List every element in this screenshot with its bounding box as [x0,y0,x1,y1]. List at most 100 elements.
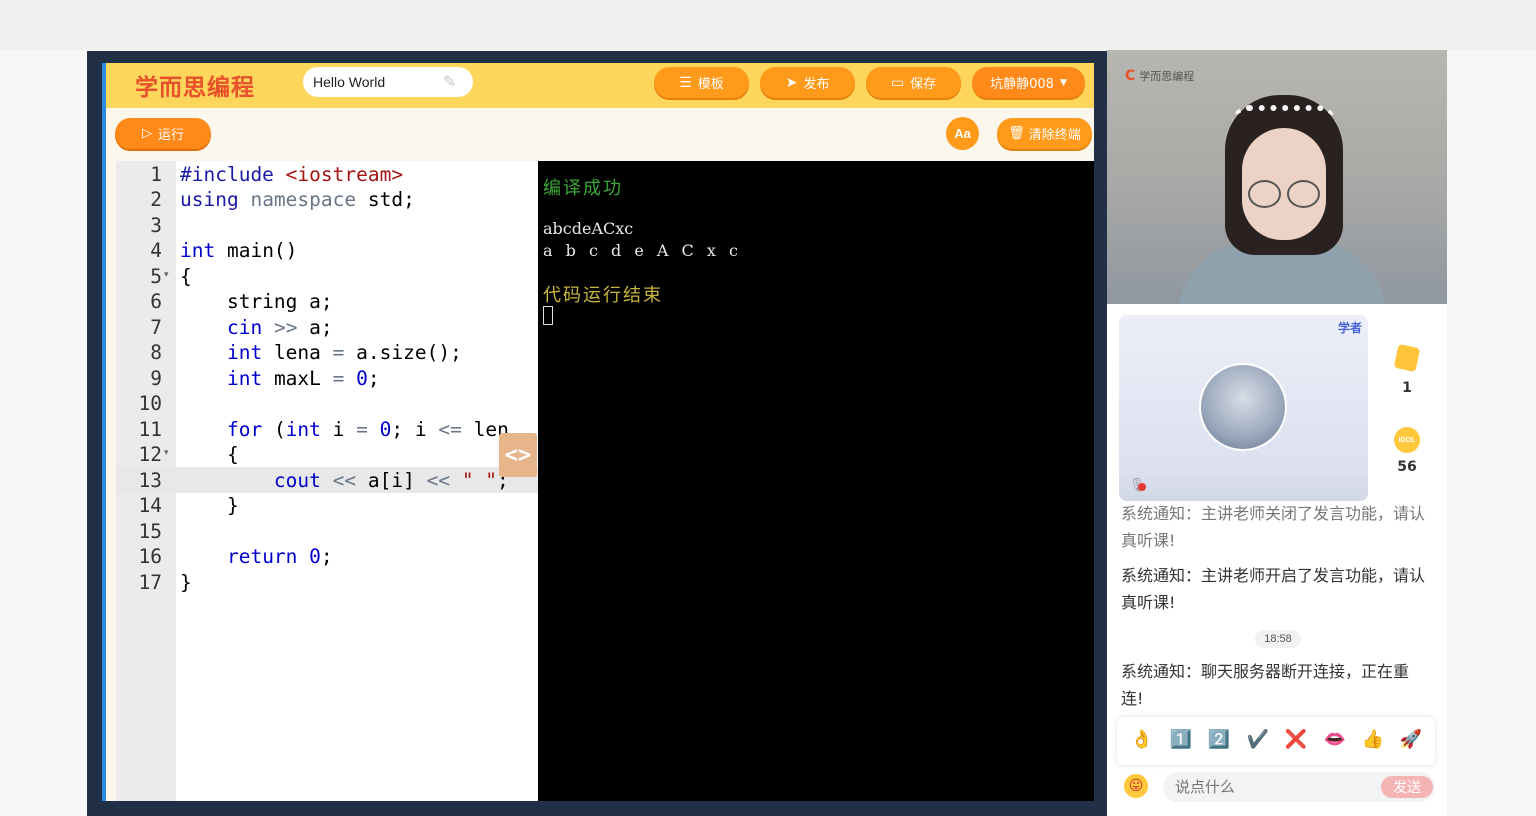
line-number: 9 [150,366,162,390]
template-label: 模板 [697,77,724,92]
coin-count: 56 [1397,459,1417,475]
run-end-status: 代码运行结束 [543,285,663,306]
run-button[interactable]: ▷ 运行 [115,118,211,149]
line-number: 2 [150,188,162,211]
line-number: 3 [150,213,162,237]
chat-message: 系统通知：主讲老师关闭了发言功能，请认真听课! [1121,504,1426,550]
code-line: } [180,570,192,594]
thumbs-up-emoji-icon[interactable]: 👍 [1360,729,1386,750]
code-line: for (int i = 0; i <= len [226,417,509,441]
chat-message: 系统通知：聊天服务器断开连接，正在重连! [1121,662,1410,708]
line-number: 16 [138,545,162,568]
brand-icon: C [1125,68,1136,84]
line-number: 8 [150,341,162,364]
cross-emoji-icon[interactable]: ❌ [1283,729,1309,750]
glasses-left [1248,180,1281,208]
send-icon: ➤ [785,74,798,91]
ide-logo: 学而思编程 [135,75,255,101]
ok-hand-emoji-icon[interactable]: 👌 [1129,729,1155,750]
pencil-icon[interactable]: ✎ [443,72,456,91]
username: 坑静静008 [990,77,1054,92]
fold-toggle-icon[interactable]: ▾ [164,448,169,458]
code-line: return 0; [226,545,333,568]
code-line: int main() [180,239,298,262]
line-number: 14 [138,494,162,517]
save-label: 保存 [910,77,937,92]
line-number: 1 [150,162,162,186]
line-number: 4 [150,239,162,262]
mic-muted-icon[interactable]: 🎙 [1129,478,1146,493]
code-line: { [180,264,192,288]
video-watermark: C 学而思编程 [1125,68,1194,84]
student-role-tag: 学者 [1337,321,1362,335]
code-line: } [180,494,239,517]
chat-messages[interactable]: 系统通知：主讲老师关闭了发言功能，请认真听课! 系统通知：主讲老师开启了发言功能… [1107,502,1447,717]
clear-terminal-label: 清除终端 [1028,128,1081,143]
play-icon: ▷ [141,126,152,141]
line-number: 15 [138,519,162,543]
lips-emoji-icon[interactable]: 👄 [1322,729,1348,750]
ide-header: 学而思编程 ✎ ☰ 模板 ➤ 发布 ▭ 保存 坑静静008 ▼ [102,63,1094,108]
output-line-2: a b c d e A C x c [543,241,742,260]
rocket-emoji-icon[interactable]: 🚀 [1398,729,1424,750]
user-menu-button[interactable]: 坑静静008 ▼ [972,67,1085,98]
code-line: #include <iostream> [180,162,404,186]
pearl-headband [1232,105,1336,123]
ide-window: 学而思编程 ✎ ☰ 模板 ➤ 发布 ▭ 保存 坑静静008 ▼ ▷ 运行 Aa … [102,63,1094,801]
clear-terminal-button[interactable]: 🗑 清除终端 [997,118,1092,149]
card-reward-icon [1393,343,1421,373]
line-number: 17 [138,570,162,594]
fold-toggle-icon[interactable]: ▾ [164,270,169,280]
teacher-video: C 学而思编程 [1107,50,1447,304]
emoji-bar: 👌 1️⃣ 2️⃣ ✔️ ❌ 👄 👍 🚀 [1117,717,1435,765]
chevron-down-icon: ▼ [1059,77,1067,88]
trash-icon: 🗑 [1008,126,1025,141]
line-number: 5 [150,264,162,288]
send-button[interactable]: 发送 [1381,776,1433,798]
publish-button[interactable]: ➤ 发布 [760,67,855,98]
avatar [1199,363,1287,451]
line-number: 6 [150,290,162,313]
line-number: 13 [138,468,162,492]
code-line: { [180,443,239,466]
code-line: cin >> a; [226,315,333,339]
save-button[interactable]: ▭ 保存 [866,67,961,98]
code-line: int lena = a.size(); [226,341,462,364]
output-line-1: abcdeACxc [543,219,634,238]
compile-status: 编译成功 [543,178,623,199]
ide-left-accent [102,63,106,801]
chat-input-row: 😛 发送 [1107,768,1447,816]
code-line: cout << a[i] << " "; [273,468,509,492]
number-two-emoji-icon[interactable]: 2️⃣ [1206,729,1232,750]
code-line: string a; [180,290,333,313]
line-number: 12 [138,443,162,466]
code-editor[interactable]: 1 #include <iostream> 2 using namespace std… [116,161,552,801]
code-line: int maxL = 0; [226,366,380,390]
browser-top-bar [0,0,1536,50]
font-size-button[interactable]: Aa [946,117,979,150]
card-bottom-fade [1119,471,1368,501]
template-icon: ☰ [679,74,692,91]
check-emoji-icon[interactable]: ✔️ [1245,729,1271,750]
chat-message: 系统通知：主讲老师开启了发言功能，请认真听课! [1121,566,1426,612]
card-count: 1 [1402,380,1412,396]
panel-splitter-handle[interactable]: <> [499,433,537,477]
line-number: 7 [150,315,162,339]
line-number: 11 [138,417,162,441]
ide-toolbar: ▷ 运行 Aa 🗑 清除终端 [102,108,1094,161]
chat-timestamp: 18:58 [1255,630,1301,648]
video-logo-text: 学而思编程 [1139,70,1195,83]
coin-icon: IDOL [1394,427,1420,453]
save-icon: ▭ [890,74,905,91]
line-number: 10 [138,392,162,415]
terminal-output[interactable]: 编译成功 abcdeACxc a b c d e A C x c 代码运行结束 [538,161,1094,801]
student-video-card[interactable]: 学者 🎙 [1119,315,1368,501]
publish-label: 发布 [803,77,830,92]
template-button[interactable]: ☰ 模板 [654,67,749,98]
number-one-emoji-icon[interactable]: 1️⃣ [1168,729,1194,750]
code-line: using namespace std; [180,188,415,211]
terminal-cursor [543,306,553,325]
run-label: 运行 [157,128,184,143]
live-panel: C 学而思编程 学者 🎙 1 IDOL 56 系统通知：主讲老师关闭了发言功能，… [1107,50,1447,816]
emoji-picker-icon[interactable]: 😛 [1124,774,1148,798]
